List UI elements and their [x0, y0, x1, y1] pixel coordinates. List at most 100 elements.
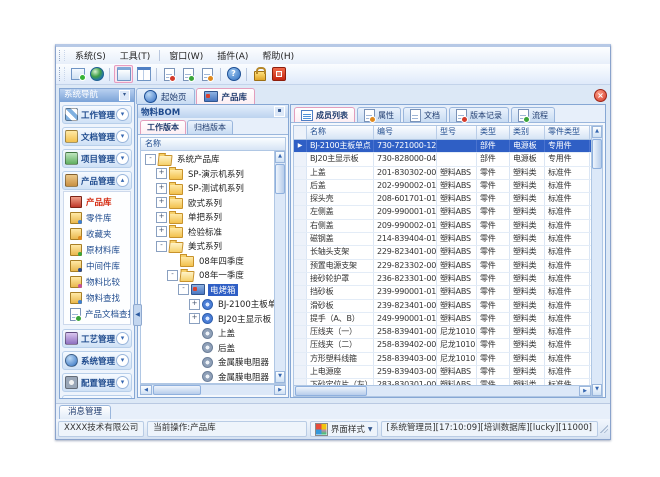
table-row[interactable]: 左侧盖209-990001-01X塑料ABS零件塑料类标准件外协条: [294, 206, 591, 219]
tree-node-SP-测试机系列[interactable]: +SP-测试机系列: [141, 181, 274, 196]
table-row[interactable]: 接砂轮护罩236-823301-00X塑料ABS零件塑料类标准件外协条: [294, 273, 591, 286]
column-header-编号[interactable]: 编号: [374, 126, 437, 139]
tree-expander-icon[interactable]: +: [156, 197, 167, 208]
tree-expander-icon[interactable]: +: [156, 212, 167, 223]
sidebar-item-中间件库[interactable]: 中间件库: [64, 258, 130, 274]
sidebar-group-产品管理[interactable]: 产品管理▴: [62, 171, 132, 190]
menubar-grip[interactable]: [59, 50, 65, 62]
table-row[interactable]: 提手（A、B）249-990001-01X塑料ABS零件塑料类标准件外协条: [294, 313, 591, 326]
menu-item-1[interactable]: 系统(S): [68, 48, 113, 63]
tree-node-后盖[interactable]: +后盖: [141, 341, 274, 356]
table-row[interactable]: 压线夹（一）258-839401-00X尼龙1010零件塑料类标准件外协条: [294, 326, 591, 339]
sidebar-item-收藏夹[interactable]: 收藏夹: [64, 226, 130, 242]
chevron-up-icon[interactable]: ▴: [116, 174, 129, 187]
doc-tab-产品库[interactable]: 产品库: [196, 88, 256, 104]
member-tab-属性[interactable]: 属性: [357, 107, 401, 122]
column-header-零件类型[interactable]: 零件类型: [545, 126, 590, 139]
menu-item-5[interactable]: 帮助(H): [255, 48, 301, 63]
sidebar-group-系统管理[interactable]: 系统管理▾: [62, 351, 132, 370]
tree-node-金属膜电阻器[interactable]: +金属膜电阻器: [141, 370, 274, 384]
tree-column-header[interactable]: 名称: [140, 137, 286, 151]
column-header-型号[interactable]: 型号: [437, 126, 477, 139]
menu-item-3[interactable]: 窗口(W): [162, 48, 210, 63]
tree-node-08年四季度[interactable]: +08年四季度: [141, 254, 274, 269]
tree-node-美式系列[interactable]: -美式系列: [141, 239, 274, 254]
scroll-left-icon[interactable]: ◀: [140, 385, 152, 395]
table-row[interactable]: 右侧盖209-990002-01X塑料ABS零件塑料类标准件外协条: [294, 220, 591, 233]
doc-tab-起始页[interactable]: 起始页: [136, 88, 195, 104]
chevron-down-icon[interactable]: ▾: [116, 152, 129, 165]
menu-item-2[interactable]: 工具(T): [113, 48, 158, 63]
table-row[interactable]: ▶BJ-2100主板单点730-721000-12X部件电源板专用件外协颗: [294, 140, 591, 153]
table-row[interactable]: 上盖201-830302-00X塑料ABS零件塑料类标准件外协条: [294, 167, 591, 180]
tree-hscroll-track[interactable]: [202, 385, 274, 395]
resize-grip[interactable]: [600, 425, 608, 433]
close-tab-icon[interactable]: ×: [594, 89, 607, 102]
sidebar-item-物料查找[interactable]: 物料查找: [64, 290, 130, 306]
tree-node-检验标准[interactable]: +检验标准: [141, 225, 274, 240]
column-header-名称[interactable]: 名称: [307, 126, 374, 139]
tree-expander-icon[interactable]: -: [145, 154, 156, 165]
table-row[interactable]: 方形塑料线箍258-839403-00X尼龙1010零件塑料类标准件外协条: [294, 353, 591, 366]
tree-hscroll-thumb[interactable]: [153, 385, 201, 395]
tree-expander-icon[interactable]: +: [156, 226, 167, 237]
tree-node-欧式系列[interactable]: +欧式系列: [141, 196, 274, 211]
bom-panel-pin-icon[interactable]: ▪: [274, 106, 285, 117]
table-row[interactable]: 探头壳208-601701-01X塑料ABS零件塑料类标准件外协条: [294, 193, 591, 206]
table-horizontal-scrollbar[interactable]: ▶: [294, 385, 591, 396]
column-header-类别[interactable]: 类别: [510, 126, 545, 139]
tree-node-SP-演示机系列[interactable]: +SP-演示机系列: [141, 167, 274, 182]
tree-expander-icon[interactable]: -: [167, 270, 178, 281]
member-tab-成员列表[interactable]: 成员列表: [294, 107, 355, 122]
tree-expander-icon[interactable]: +: [189, 299, 200, 310]
tree-node-上盖[interactable]: +上盖: [141, 326, 274, 341]
sidebar-item-产品文档查找[interactable]: 产品文档查找: [64, 306, 130, 322]
sidebar-menu-icon[interactable]: ▾: [119, 90, 130, 101]
toolbar-grip[interactable]: [59, 67, 65, 81]
table-row[interactable]: 预置电源支架229-823302-00X塑料ABS零件塑料类标准件外协条: [294, 260, 591, 273]
table-row[interactable]: 长轴头支架229-823401-00X塑料ABS零件塑料类标准件外协条: [294, 246, 591, 259]
chevron-down-icon[interactable]: ▾: [116, 354, 129, 367]
member-tab-版本记录[interactable]: 版本记录: [449, 107, 509, 122]
sidebar-group-工艺管理[interactable]: 工艺管理▾: [62, 329, 132, 348]
tree-vertical-scrollbar[interactable]: ▲ ▼: [274, 151, 285, 383]
toolbar-button-doc-delete[interactable]: [199, 66, 216, 82]
sidebar-group-配置管理[interactable]: 配置管理▾: [62, 373, 132, 392]
ui-style-picker[interactable]: 界面样式 ▼: [310, 421, 378, 437]
table-row[interactable]: 磁钢盖214-839404-01X塑料ABS零件塑料类标准件外协条: [294, 233, 591, 246]
table-row[interactable]: 挡砂板239-990001-01X塑料ABS零件塑料类标准件外协条: [294, 286, 591, 299]
column-header-类型[interactable]: 类型: [477, 126, 510, 139]
scroll-up-icon[interactable]: ▲: [592, 126, 602, 138]
scroll-up-icon[interactable]: ▲: [275, 151, 285, 163]
tree-node-08年一季度[interactable]: -08年一季度: [141, 268, 274, 283]
tree-node-BJ-2100主板单点[interactable]: +BJ-2100主板单点: [141, 297, 274, 312]
tree-expander-icon[interactable]: +: [189, 313, 200, 324]
chevron-down-icon[interactable]: ▾: [116, 376, 129, 389]
scroll-right-icon[interactable]: ▶: [579, 386, 591, 396]
tree-expander-icon[interactable]: +: [156, 168, 167, 179]
sidebar-item-原材料库[interactable]: 原材料库: [64, 242, 130, 258]
toolbar-button-connection[interactable]: [69, 66, 86, 82]
tree-horizontal-scrollbar[interactable]: ◀ ▶: [140, 384, 286, 395]
table-vscroll-thumb[interactable]: [592, 139, 602, 169]
sidebar-item-物料比较[interactable]: 物料比较: [64, 274, 130, 290]
tree-node-金属膜电阻器[interactable]: +金属膜电阻器: [141, 355, 274, 370]
sidebar-group-项目管理[interactable]: 项目管理▾: [62, 149, 132, 168]
toolbar-button-help[interactable]: [225, 66, 242, 82]
tree-expander-icon[interactable]: -: [178, 284, 189, 295]
member-tab-流程[interactable]: 流程: [511, 107, 555, 122]
table-row[interactable]: 后盖202-990002-01X塑料ABS零件塑料类标准件外协条: [294, 180, 591, 193]
toolbar-button-exit[interactable]: [270, 66, 287, 82]
tree-vscroll-thumb[interactable]: [275, 164, 285, 194]
sidebar-group-扩展功能[interactable]: SP扩展功能▾: [62, 395, 132, 398]
tree-node-电烤箱[interactable]: -电烤箱: [141, 283, 274, 298]
sidebar-group-文档管理[interactable]: 文档管理▾: [62, 127, 132, 146]
tree-node-BJ20主显示板[interactable]: +BJ20主显示板: [141, 312, 274, 327]
table-row[interactable]: 压线夹（二）258-839402-00X尼龙1010零件塑料类标准件外协条: [294, 339, 591, 352]
tree-node-单把系列[interactable]: +单把系列: [141, 210, 274, 225]
chevron-down-icon[interactable]: ▾: [116, 108, 129, 121]
scroll-right-icon[interactable]: ▶: [274, 385, 286, 395]
tree-expander-icon[interactable]: -: [156, 241, 167, 252]
toolbar-button-lock[interactable]: [251, 66, 268, 82]
chevron-down-icon[interactable]: ▾: [116, 130, 129, 143]
